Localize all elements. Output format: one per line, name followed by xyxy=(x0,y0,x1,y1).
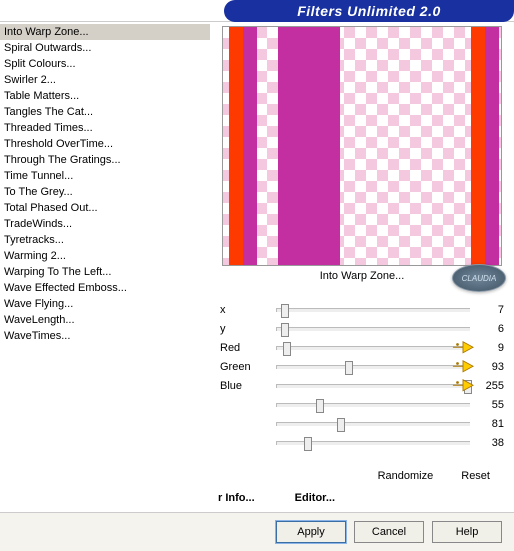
filter-list[interactable]: Into Warp Zone...Spiral Outwards...Split… xyxy=(0,22,210,512)
filter-item[interactable]: WaveLength... xyxy=(0,312,210,328)
slider-row: y6 xyxy=(220,319,504,338)
slider-label: x xyxy=(220,304,270,316)
reset-button[interactable]: Reset xyxy=(461,470,490,482)
slider-thumb[interactable] xyxy=(316,399,324,413)
slider-thumb[interactable] xyxy=(345,361,353,375)
slider-track[interactable] xyxy=(276,308,470,312)
slider-track[interactable] xyxy=(276,441,470,445)
slider-thumb[interactable] xyxy=(281,323,289,337)
info-link[interactable]: r Info... xyxy=(218,492,255,504)
filter-item[interactable]: Spiral Outwards... xyxy=(0,40,210,56)
slider-row: 55 xyxy=(220,395,504,414)
slider-track[interactable] xyxy=(276,384,470,388)
slider-value: 93 xyxy=(476,361,504,373)
filter-item[interactable]: Table Matters... xyxy=(0,88,210,104)
preview-label: Into Warp Zone... xyxy=(320,270,405,282)
slider-row: Green 93 xyxy=(220,357,504,376)
filter-item[interactable]: Tyretracks... xyxy=(0,232,210,248)
filter-item[interactable]: TradeWinds... xyxy=(0,216,210,232)
app-title: Filters Unlimited 2.0 xyxy=(297,3,441,19)
slider-row: Red 9 xyxy=(220,338,504,357)
slider-value: 81 xyxy=(476,418,504,430)
slider-row: 38 xyxy=(220,433,504,452)
title-swoosh: Filters Unlimited 2.0 xyxy=(224,0,514,22)
slider-value: 6 xyxy=(476,323,504,335)
filter-item[interactable]: Into Warp Zone... xyxy=(0,24,210,40)
preview-canvas xyxy=(222,26,502,266)
preview-stripe xyxy=(471,27,485,265)
slider-value: 9 xyxy=(476,342,504,354)
slider-label: Blue xyxy=(220,380,270,392)
filter-item[interactable]: Through The Gratings... xyxy=(0,152,210,168)
slider-panel: x7y6Red9Green93Blue255558138 xyxy=(216,292,508,464)
slider-track[interactable] xyxy=(276,327,470,331)
cancel-button[interactable]: Cancel xyxy=(354,521,424,543)
filter-item[interactable]: Time Tunnel... xyxy=(0,168,210,184)
title-bar: Filters Unlimited 2.0 xyxy=(0,0,514,22)
filter-item[interactable]: Warping To The Left... xyxy=(0,264,210,280)
slider-thumb[interactable] xyxy=(464,380,472,394)
filter-item[interactable]: To The Grey... xyxy=(0,184,210,200)
dialog-buttons: Apply Cancel Help xyxy=(0,512,514,551)
preview-stripe xyxy=(485,27,499,265)
editor-link[interactable]: Editor... xyxy=(295,492,335,504)
preview-stripe xyxy=(229,27,243,265)
apply-button[interactable]: Apply xyxy=(276,521,346,543)
slider-track[interactable] xyxy=(276,365,470,369)
slider-thumb[interactable] xyxy=(304,437,312,451)
author-badge: CLAUDIA xyxy=(452,264,506,292)
slider-row: x7 xyxy=(220,300,504,319)
filter-item[interactable]: Total Phased Out... xyxy=(0,200,210,216)
randomize-button[interactable]: Randomize xyxy=(378,470,434,482)
filter-item[interactable]: Wave Flying... xyxy=(0,296,210,312)
slider-value: 255 xyxy=(476,380,504,392)
slider-thumb[interactable] xyxy=(337,418,345,432)
slider-thumb[interactable] xyxy=(283,342,291,356)
slider-value: 55 xyxy=(476,399,504,411)
slider-row: Blue 255 xyxy=(220,376,504,395)
slider-value: 7 xyxy=(476,304,504,316)
slider-track[interactable] xyxy=(276,422,470,426)
slider-thumb[interactable] xyxy=(281,304,289,318)
filter-item[interactable]: Tangles The Cat... xyxy=(0,104,210,120)
slider-track[interactable] xyxy=(276,346,470,350)
filter-item[interactable]: Wave Effected Emboss... xyxy=(0,280,210,296)
help-button[interactable]: Help xyxy=(432,521,502,543)
slider-row: 81 xyxy=(220,414,504,433)
slider-track[interactable] xyxy=(276,403,470,407)
filter-item[interactable]: Threshold OverTime... xyxy=(0,136,210,152)
preview-stripe xyxy=(243,27,257,265)
slider-label: Red xyxy=(220,342,270,354)
filter-item[interactable]: Threaded Times... xyxy=(0,120,210,136)
filter-item[interactable]: Split Colours... xyxy=(0,56,210,72)
filter-item[interactable]: WaveTimes... xyxy=(0,328,210,344)
slider-label: Green xyxy=(220,361,270,373)
preview-stripe xyxy=(278,27,340,265)
slider-value: 38 xyxy=(476,437,504,449)
filter-item[interactable]: Warming 2... xyxy=(0,248,210,264)
filter-item[interactable]: Swirler 2... xyxy=(0,72,210,88)
slider-label: y xyxy=(220,323,270,335)
